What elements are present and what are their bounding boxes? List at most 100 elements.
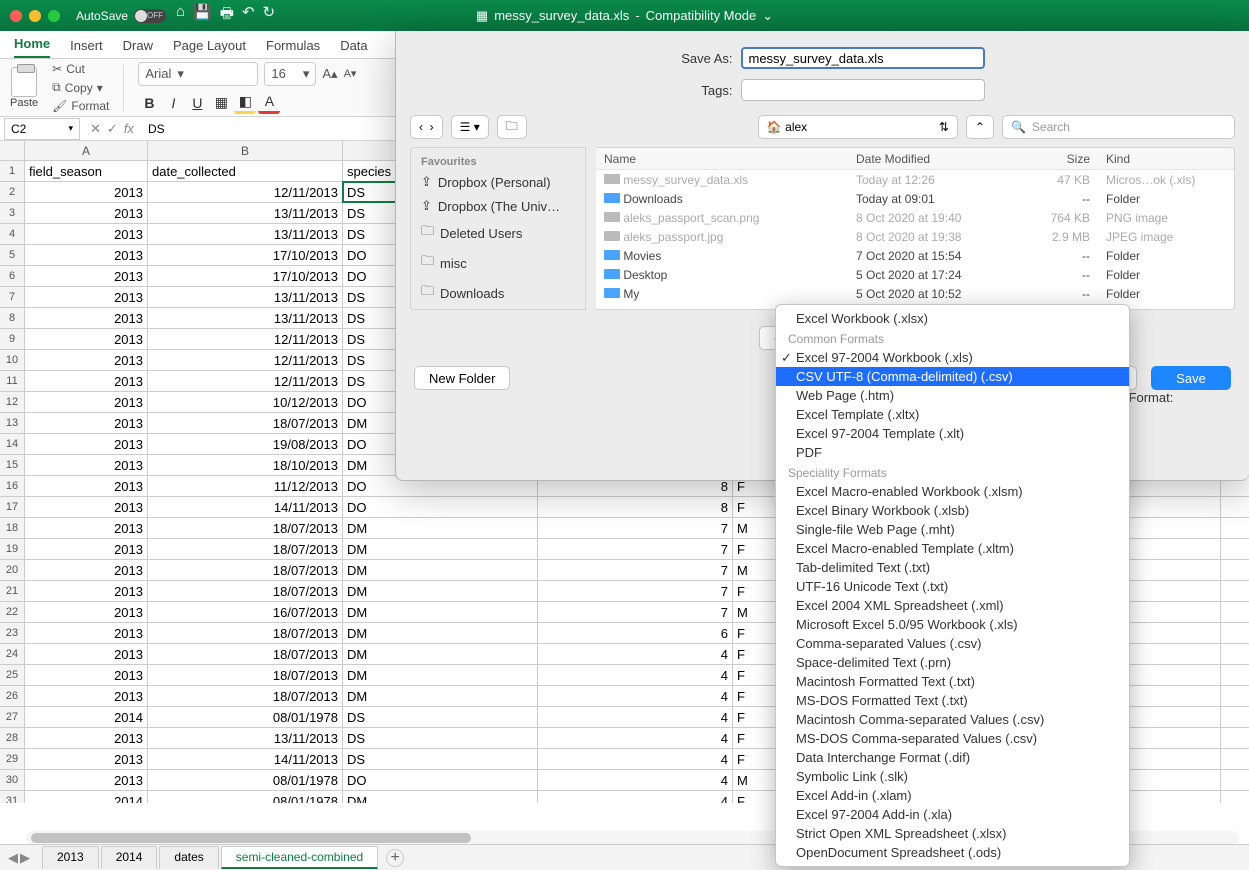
format-option[interactable]: Symbolic Link (.slk) <box>776 767 1129 786</box>
format-option[interactable]: PDF <box>776 443 1129 462</box>
cell[interactable]: DM <box>343 581 538 601</box>
cell[interactable]: 7 <box>538 539 733 559</box>
cell[interactable]: 2013 <box>25 665 148 685</box>
cell[interactable]: 18/07/2013 <box>148 413 343 433</box>
minimize-window[interactable] <box>29 10 41 22</box>
format-option[interactable]: CSV UTF-8 (Comma-delimited) (.csv) <box>776 367 1129 386</box>
cell[interactable]: 4 <box>538 791 733 803</box>
cell[interactable]: 18/07/2013 <box>148 518 343 538</box>
cell[interactable]: DS <box>343 728 538 748</box>
row-number[interactable]: 19 <box>0 539 25 559</box>
cell[interactable]: 2013 <box>25 413 148 433</box>
cell[interactable]: 2013 <box>25 371 148 391</box>
cell[interactable]: 2013 <box>25 434 148 454</box>
format-option[interactable]: Macintosh Comma-separated Values (.csv) <box>776 710 1129 729</box>
autosave-toggle[interactable]: AutoSave OFF <box>76 9 166 23</box>
print-icon[interactable]: 🖶 <box>220 3 234 28</box>
row-number[interactable]: 5 <box>0 245 25 265</box>
cell[interactable]: 4 <box>538 707 733 727</box>
save-icon[interactable]: 💾 <box>193 3 212 28</box>
format-option[interactable]: Excel 2004 XML Spreadsheet (.xml) <box>776 596 1129 615</box>
cell[interactable]: 4 <box>538 644 733 664</box>
font-select[interactable]: Arial▾ <box>138 62 258 86</box>
row-number[interactable]: 2 <box>0 182 25 202</box>
back-fwd[interactable]: ‹ › <box>410 115 443 139</box>
cell[interactable]: 8 <box>538 497 733 517</box>
folder-up[interactable]: 🗀 <box>497 115 527 139</box>
cell[interactable]: 7 <box>538 602 733 622</box>
cell[interactable]: DM <box>343 602 538 622</box>
cell[interactable]: 18/07/2013 <box>148 644 343 664</box>
cell[interactable]: 2013 <box>25 686 148 706</box>
sidebar-item[interactable]: 🗀misc <box>411 248 585 278</box>
row-number[interactable]: 22 <box>0 602 25 622</box>
file-row[interactable]: Desktop5 Oct 2020 at 17:24--Folder <box>596 265 1234 284</box>
cell[interactable]: 18/07/2013 <box>148 560 343 580</box>
cell[interactable]: 16/07/2013 <box>148 602 343 622</box>
format-option[interactable]: Microsoft Excel 5.0/95 Workbook (.xls) <box>776 615 1129 634</box>
file-row[interactable]: Movies7 Oct 2020 at 15:54--Folder <box>596 246 1234 265</box>
row-number[interactable]: 15 <box>0 455 25 475</box>
cell[interactable]: 19/08/2013 <box>148 434 343 454</box>
cell[interactable]: 2013 <box>25 245 148 265</box>
ribbon-tab-insert[interactable]: Insert <box>70 38 103 58</box>
sidebar-item[interactable]: 🗀Deleted Users <box>411 218 585 248</box>
cell[interactable]: 2013 <box>25 770 148 790</box>
col-header[interactable]: B <box>148 141 343 160</box>
cell[interactable]: 2013 <box>25 350 148 370</box>
cell[interactable]: 13/11/2013 <box>148 728 343 748</box>
paste-button[interactable]: Paste <box>10 67 38 109</box>
cell[interactable]: 12/11/2013 <box>148 371 343 391</box>
format-option[interactable]: Excel Binary Workbook (.xlsb) <box>776 501 1129 520</box>
document-title[interactable]: ▦ messy_survey_data.xls - Compatibility … <box>476 8 773 24</box>
row-number[interactable]: 26 <box>0 686 25 706</box>
cell[interactable]: 2013 <box>25 182 148 202</box>
cell[interactable]: DM <box>343 518 538 538</box>
formula-value[interactable]: DS <box>144 122 165 136</box>
view-mode[interactable]: ☰ ▾ <box>451 115 489 139</box>
cell[interactable]: DO <box>343 770 538 790</box>
sheet-tab[interactable]: 2014 <box>101 846 158 869</box>
cell[interactable]: 17/10/2013 <box>148 245 343 265</box>
cell[interactable]: 18/07/2013 <box>148 539 343 559</box>
col-kind[interactable]: Kind <box>1098 152 1234 166</box>
cell[interactable]: 13/11/2013 <box>148 224 343 244</box>
row-number[interactable]: 7 <box>0 287 25 307</box>
row-number[interactable]: 16 <box>0 476 25 496</box>
undo-icon[interactable]: ↶ <box>242 3 255 28</box>
format-option[interactable]: Excel Template (.xltx) <box>776 405 1129 424</box>
format-option[interactable]: Excel 97-2004 Add-in (.xla) <box>776 805 1129 824</box>
format-painter[interactable]: 🖌Format <box>52 99 109 113</box>
toggle-off[interactable]: OFF <box>134 9 166 23</box>
fx-icon[interactable]: fx <box>124 121 134 137</box>
cell[interactable]: 08/01/1978 <box>148 791 343 803</box>
row-number[interactable]: 27 <box>0 707 25 727</box>
cell[interactable]: DM <box>343 686 538 706</box>
ribbon-tab-formulas[interactable]: Formulas <box>266 38 320 58</box>
cell[interactable]: 13/11/2013 <box>148 308 343 328</box>
row-number[interactable]: 17 <box>0 497 25 517</box>
cell[interactable]: 2013 <box>25 749 148 769</box>
cell[interactable]: 2013 <box>25 224 148 244</box>
row-number[interactable]: 13 <box>0 413 25 433</box>
cell[interactable]: 2013 <box>25 539 148 559</box>
cell[interactable]: 7 <box>538 581 733 601</box>
cell[interactable]: 14/11/2013 <box>148 749 343 769</box>
sidebar-item[interactable]: 🗀Desktop <box>411 308 585 310</box>
cell[interactable]: 2014 <box>25 791 148 803</box>
col-header[interactable]: A <box>25 141 148 160</box>
row-number[interactable]: 29 <box>0 749 25 769</box>
format-option[interactable]: Excel Macro-enabled Workbook (.xlsm) <box>776 482 1129 501</box>
cell[interactable]: 2013 <box>25 203 148 223</box>
underline-button[interactable]: U <box>186 92 208 114</box>
format-option[interactable]: MS-DOS Formatted Text (.txt) <box>776 691 1129 710</box>
cut-button[interactable]: ✂Cut <box>52 62 109 76</box>
format-option[interactable]: Strict Open XML Spreadsheet (.xlsx) <box>776 824 1129 843</box>
cell[interactable]: DM <box>343 623 538 643</box>
cell[interactable]: 2013 <box>25 728 148 748</box>
cell[interactable]: 17/10/2013 <box>148 266 343 286</box>
cell[interactable]: 2013 <box>25 392 148 412</box>
row-number[interactable]: 10 <box>0 350 25 370</box>
row-number[interactable]: 20 <box>0 560 25 580</box>
cell[interactable]: 2013 <box>25 644 148 664</box>
